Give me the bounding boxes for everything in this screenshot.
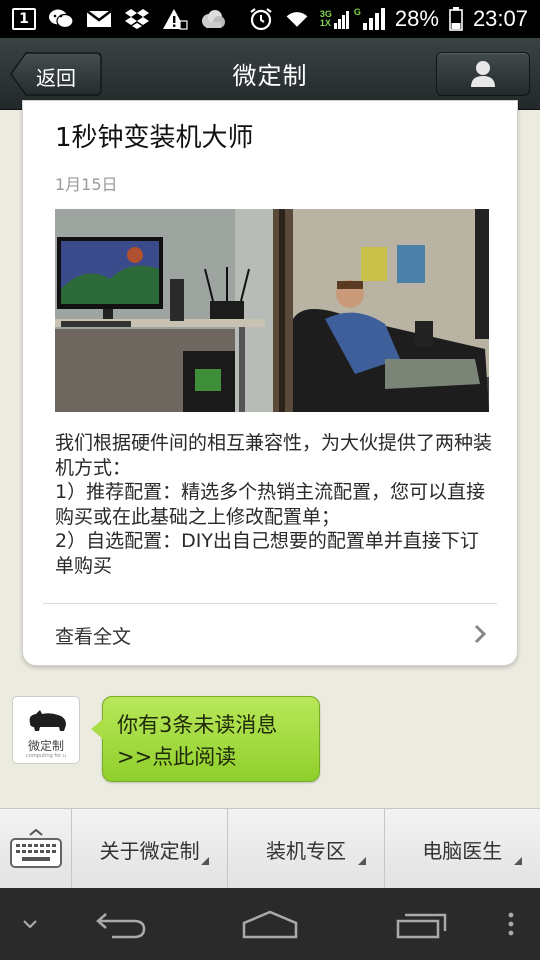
article-paragraph: 2）自选配置：DIY出自己想要的配置单并直接下订单购买 <box>55 530 479 577</box>
back-icon <box>96 913 146 939</box>
network-1x-label: 1X <box>319 18 331 28</box>
avatar-sublabel: computing for u <box>26 753 66 759</box>
dropbox-icon <box>124 8 150 30</box>
avatar[interactable]: 微定制 computing for u <box>12 696 80 764</box>
menu-item-about[interactable]: 关于微定制 <box>72 809 229 889</box>
cloud-icon <box>200 8 226 30</box>
back-nav-button[interactable] <box>88 888 152 960</box>
menu-item-build[interactable]: 装机专区 <box>228 809 385 889</box>
status-bar: 1 3G 1X G 28% 23:07 <box>0 0 540 38</box>
article-paragraph: 我们根据硬件间的相互兼容性，为大伙提供了两种装机方式： <box>55 432 493 479</box>
clock: 23:07 <box>472 6 528 31</box>
article-body: 我们根据硬件间的相互兼容性，为大伙提供了两种装机方式： 1）推荐配置：精选多个热… <box>55 431 495 578</box>
article-date: 1月15日 <box>55 175 118 194</box>
rhino-logo-icon <box>29 710 67 731</box>
keyboard-toggle-button[interactable] <box>0 809 72 889</box>
submenu-indicator-icon <box>357 857 366 865</box>
article-paragraph: 1）推荐配置：精选多个热销主流配置，您可以直接购买或在此基础之上修改配置单； <box>55 481 486 528</box>
hide-keyboard-button[interactable] <box>10 888 50 960</box>
network-g-label: G <box>353 7 361 17</box>
submenu-indicator-icon <box>513 857 522 865</box>
message-link: >>点此阅读 <box>117 745 237 769</box>
recents-nav-button[interactable] <box>390 888 454 960</box>
more-options-button[interactable] <box>496 888 526 960</box>
home-nav-button[interactable] <box>238 888 302 960</box>
gmail-icon <box>86 8 112 30</box>
avatar-label: 微定制 <box>27 739 64 753</box>
menu-item-pc-doctor[interactable]: 电脑医生 <box>385 809 540 889</box>
article-title: 1秒钟变装机大师 <box>55 123 254 153</box>
person-icon <box>471 61 495 87</box>
notification-icon: 1 <box>12 8 36 30</box>
chevron-down-icon <box>23 920 37 929</box>
alarm-icon <box>248 8 274 31</box>
battery-percent: 28% <box>394 6 439 31</box>
menu-item-label: 关于微定制 <box>99 838 200 863</box>
menu-item-label: 装机专区 <box>265 838 346 863</box>
profile-button[interactable] <box>436 52 530 96</box>
read-full-label: 查看全文 <box>55 626 132 648</box>
read-full-link[interactable]: 查看全文 <box>23 604 517 664</box>
warning-icon <box>162 8 188 30</box>
more-icon <box>508 912 514 936</box>
submenu-indicator-icon <box>201 857 210 865</box>
recents-icon <box>396 913 447 939</box>
bottom-menu: 关于微定制 装机专区 电脑医生 <box>0 808 540 889</box>
bubble-tail <box>91 719 103 739</box>
article-photo[interactable] <box>55 209 489 412</box>
wechat-icon <box>48 8 74 30</box>
signal-icon: 3G 1X G <box>320 8 385 30</box>
system-nav-bar <box>0 888 540 960</box>
menu-item-label: 电脑医生 <box>422 838 503 863</box>
home-icon <box>242 910 298 939</box>
keyboard-icon <box>9 829 62 868</box>
wifi-icon <box>284 8 310 30</box>
chevron-right-icon <box>474 624 487 644</box>
article-card[interactable]: 1秒钟变装机大师 1月15日 我们根据硬件间的相互兼容性，为大伙提供了两种装机方… <box>22 100 518 666</box>
message-text: 你有3条未读消息 <box>117 713 278 737</box>
battery-icon <box>449 7 463 31</box>
message-bubble[interactable]: 你有3条未读消息 >>点此阅读 <box>91 696 320 782</box>
